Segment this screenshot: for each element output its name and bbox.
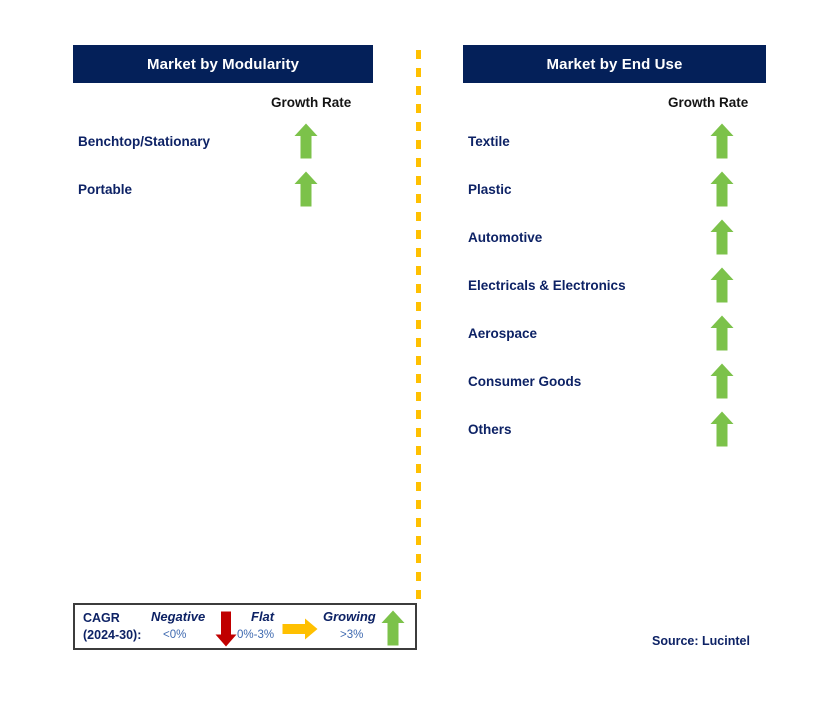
row-label-textile: Textile [468, 134, 510, 149]
arrow-up-icon [710, 219, 734, 255]
column-header-growth-rate-end-use: Growth Rate [668, 95, 749, 110]
panel-title-end-use: Market by End Use [463, 45, 766, 83]
rows-end-use: Textile Plastic Automotive Electricals &… [463, 123, 766, 459]
legend-label-negative: Negative [151, 609, 206, 624]
row-label-others: Others [468, 422, 512, 437]
arrow-up-icon [381, 610, 405, 646]
legend-label-growing: Growing [323, 609, 376, 624]
legend-cagr-line1: CAGR [83, 611, 120, 625]
row-label-plastic: Plastic [468, 182, 512, 197]
arrow-right-icon [282, 618, 318, 640]
arrow-up-icon [294, 123, 318, 159]
column-header-growth-rate-modularity: Growth Rate [271, 95, 352, 110]
legend-value-negative: <0% [163, 629, 187, 641]
panel-market-by-modularity: Market by Modularity Growth Rate Benchto… [73, 0, 373, 705]
legend-cagr: CAGR (2024-30): Negative <0% Flat 0%-3% … [73, 603, 417, 650]
vertical-dashed-divider [416, 50, 421, 602]
table-row: Textile [463, 123, 766, 171]
row-label-aerospace: Aerospace [468, 326, 538, 341]
arrow-up-icon [294, 171, 318, 207]
source-note: Source: Lucintel [652, 634, 750, 648]
table-row: Portable [73, 171, 373, 219]
row-label-electricals-electronics: Electricals & Electronics [468, 278, 626, 293]
arrow-up-icon [710, 267, 734, 303]
arrow-up-icon [710, 363, 734, 399]
table-row: Plastic [463, 171, 766, 219]
legend-label-flat: Flat [251, 609, 275, 624]
legend-cagr-title: CAGR (2024-30): [83, 610, 141, 644]
row-label-consumer-goods: Consumer Goods [468, 374, 582, 389]
arrow-up-icon [710, 171, 734, 207]
arrow-down-icon [215, 611, 237, 647]
panel-title-modularity: Market by Modularity [73, 45, 373, 83]
table-row: Automotive [463, 219, 766, 267]
table-row: Others [463, 411, 766, 459]
legend-value-flat: 0%-3% [237, 629, 275, 641]
rows-modularity: Benchtop/Stationary Portable [73, 123, 373, 219]
legend-value-growing: >3% [340, 629, 364, 641]
row-label-portable: Portable [78, 182, 133, 197]
table-row: Consumer Goods [463, 363, 766, 411]
table-row: Aerospace [463, 315, 766, 363]
legend-cagr-line2: (2024-30): [83, 628, 142, 642]
row-label-automotive: Automotive [468, 230, 543, 245]
panel-market-by-end-use: Market by End Use Growth Rate Textile Pl… [463, 0, 766, 705]
table-row: Electricals & Electronics [463, 267, 766, 315]
arrow-up-icon [710, 411, 734, 447]
arrow-up-icon [710, 315, 734, 351]
row-label-benchtop-stationary: Benchtop/Stationary [78, 134, 211, 149]
arrow-up-icon [710, 123, 734, 159]
table-row: Benchtop/Stationary [73, 123, 373, 171]
